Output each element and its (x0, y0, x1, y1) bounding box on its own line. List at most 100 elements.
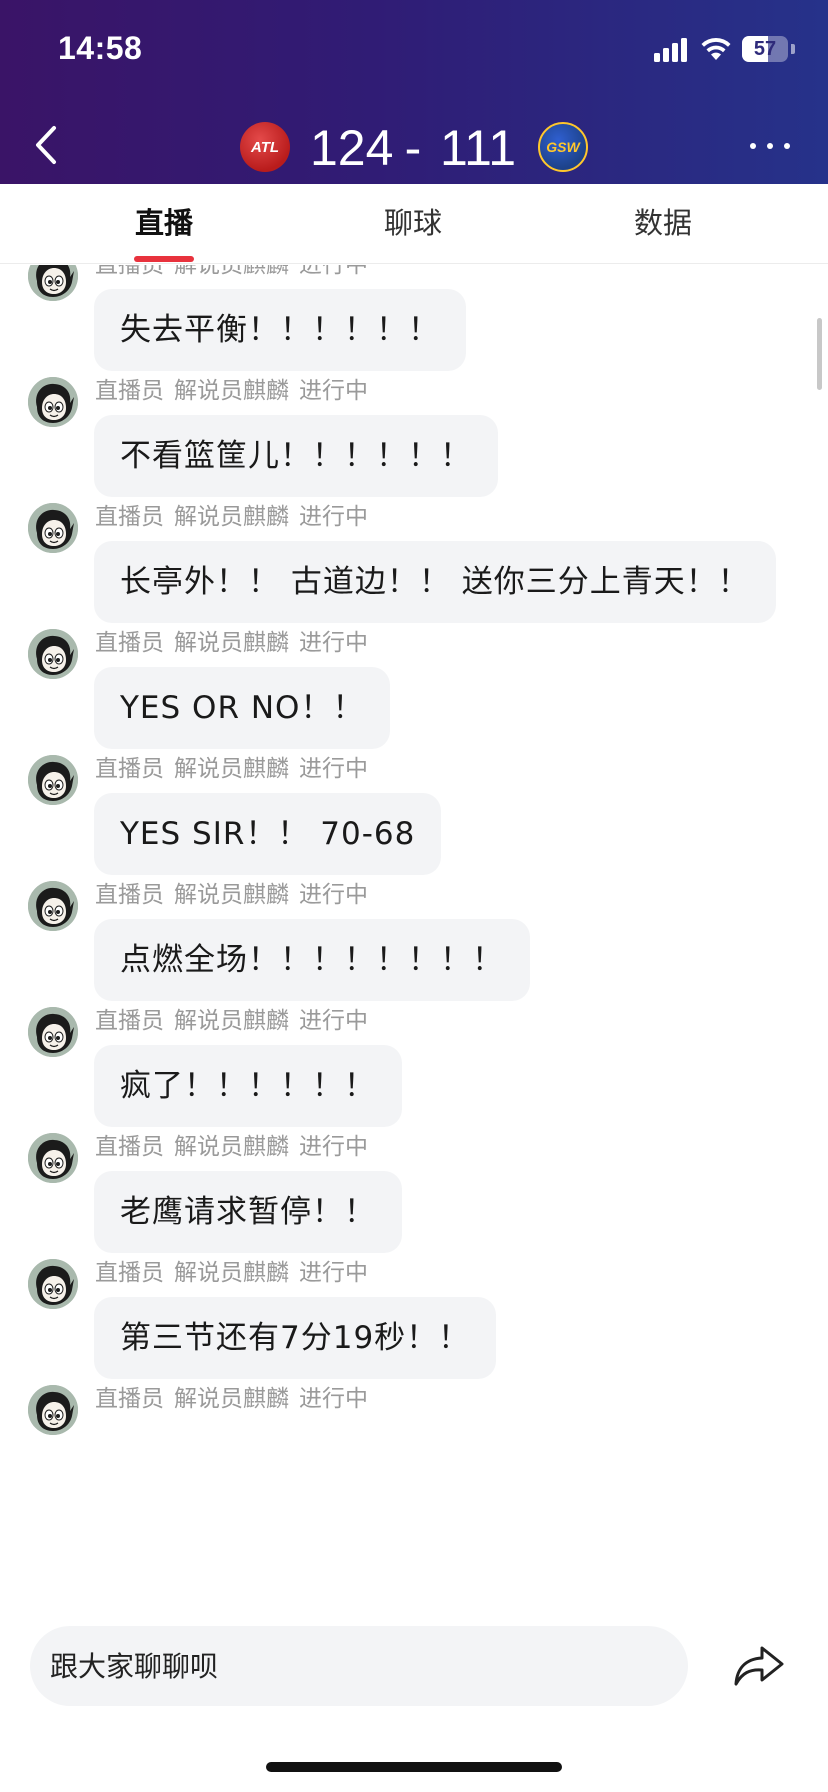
commentary-message: 直播员 解说员麒麟 进行中 老鹰请求暂停！！ (0, 1125, 828, 1269)
message-role: 直播员 (95, 1134, 164, 1160)
home-indicator (266, 1762, 562, 1772)
message-meta: 直播员 解说员麒麟 进行中 (95, 499, 368, 535)
astro-boy-avatar-icon (28, 755, 78, 805)
tab-stats[interactable]: 数据 (593, 184, 733, 264)
commentator-avatar[interactable] (28, 755, 78, 805)
live-commentary-feed[interactable]: 直播员 解说员麒麟 进行中 失去平衡！！！！！！ 直播员 解说员麒麟 进行中 不看篮筐儿… (0, 265, 828, 1605)
message-meta: 直播员 解说员麒麟 进行中 (95, 751, 368, 787)
message-bubble: 失去平衡！！！！！！ (94, 289, 466, 371)
team-abbr-home: ATL (250, 138, 280, 156)
team-abbr-away: GSW (546, 139, 580, 155)
message-meta: 直播员 解说员麒麟 进行中 (95, 1129, 368, 1165)
message-role: 直播员 (95, 882, 164, 908)
commentator-avatar[interactable] (28, 377, 78, 427)
more-dot (784, 143, 790, 149)
tab-chat[interactable]: 聊球 (343, 184, 483, 264)
astro-boy-avatar-icon (28, 377, 78, 427)
message-role: 直播员 (95, 378, 164, 404)
commentator-name: 解说员麒麟 (174, 1008, 289, 1034)
message-bubble: 点燃全场！！！！！！！！ (94, 919, 530, 1001)
team-logo-atl[interactable]: ATL (240, 122, 290, 172)
commentary-message: 直播员 解说员麒麟 进行中 (0, 1377, 828, 1521)
message-bubble: 老鹰请求暂停！！ (94, 1171, 402, 1253)
astro-boy-avatar-icon (28, 503, 78, 553)
status-time: 14:58 (58, 30, 143, 66)
commentary-message: 直播员 解说员麒麟 进行中 YES SIR！！ 70-68 (0, 747, 828, 891)
message-role: 直播员 (95, 504, 164, 530)
commentator-avatar[interactable] (28, 265, 78, 301)
message-bubble: 疯了！！！！！！ (94, 1045, 402, 1127)
astro-boy-avatar-icon (28, 1385, 78, 1435)
commentator-avatar[interactable] (28, 1385, 78, 1435)
message-meta: 直播员 解说员麒麟 进行中 (95, 1255, 368, 1291)
commentator-avatar[interactable] (28, 1259, 78, 1309)
message-meta: 直播员 解说员麒麟 进行中 (95, 625, 368, 661)
commentator-avatar[interactable] (28, 503, 78, 553)
game-header: 14:58 57 ATL 124 - 111 GSW (0, 0, 828, 184)
commentator-name: 解说员麒麟 (174, 1260, 289, 1286)
commentator-name: 解说员麒麟 (174, 265, 289, 278)
game-status: 进行中 (299, 882, 368, 908)
message-meta: 直播员 解说员麒麟 进行中 (95, 1003, 368, 1039)
home-score: 124 (310, 120, 394, 176)
commentator-avatar[interactable] (28, 881, 78, 931)
message-bubble: YES SIR！！ 70-68 (94, 793, 442, 875)
more-dot (767, 143, 773, 149)
message-meta: 直播员 解说员麒麟 进行中 (95, 265, 368, 283)
message-meta: 直播员 解说员麒麟 进行中 (95, 1381, 368, 1417)
active-tab-indicator (134, 256, 194, 262)
commentator-avatar[interactable] (28, 629, 78, 679)
status-bar: 14:58 57 (0, 0, 828, 100)
team-logo-gsw[interactable]: GSW (538, 122, 588, 172)
commentary-message: 直播员 解说员麒麟 进行中 第三节还有7分19秒！！ (0, 1251, 828, 1395)
battery-icon: 57 (742, 36, 788, 62)
astro-boy-avatar-icon (28, 629, 78, 679)
game-status: 进行中 (299, 756, 368, 782)
battery-level: 57 (753, 38, 777, 60)
tab-bar: 直播 聊球 数据 (0, 184, 828, 264)
game-status: 进行中 (299, 1008, 368, 1034)
commentator-name: 解说员麒麟 (174, 630, 289, 656)
score-separator: - (404, 120, 422, 176)
commentary-message: 直播员 解说员麒麟 进行中 不看篮筐儿！！！！！！ (0, 369, 828, 513)
message-meta: 直播员 解说员麒麟 进行中 (95, 373, 368, 409)
game-status: 进行中 (299, 265, 368, 278)
cellular-signal-icon (654, 38, 688, 62)
tab-live[interactable]: 直播 (94, 184, 234, 264)
commentator-avatar[interactable] (28, 1007, 78, 1057)
game-status: 进行中 (299, 1134, 368, 1160)
astro-boy-avatar-icon (28, 1007, 78, 1057)
wifi-icon (701, 37, 731, 60)
message-role: 直播员 (95, 265, 164, 278)
feed-scrollbar[interactable] (817, 318, 822, 390)
commentator-name: 解说员麒麟 (174, 378, 289, 404)
astro-boy-avatar-icon (28, 1133, 78, 1183)
message-role: 直播员 (95, 756, 164, 782)
battery-cap (791, 44, 795, 54)
chat-input[interactable] (30, 1626, 688, 1706)
commentary-message: 直播员 解说员麒麟 进行中 YES OR NO！！ (0, 621, 828, 765)
share-icon[interactable] (732, 1642, 786, 1690)
game-status: 进行中 (299, 504, 368, 530)
message-role: 直播员 (95, 630, 164, 656)
message-role: 直播员 (95, 1008, 164, 1034)
more-dot (750, 143, 756, 149)
message-bubble: 第三节还有7分19秒！！ (94, 1297, 497, 1379)
message-bubble: YES OR NO！！ (94, 667, 391, 749)
scoreboard: ATL 124 - 111 GSW (0, 108, 828, 184)
astro-boy-avatar-icon (28, 265, 78, 301)
commentator-name: 解说员麒麟 (174, 882, 289, 908)
message-bubble: 长亭外！！ 古道边！！ 送你三分上青天！！ (94, 541, 776, 623)
away-score: 111 (440, 120, 517, 176)
game-status: 进行中 (299, 630, 368, 656)
astro-boy-avatar-icon (28, 1259, 78, 1309)
message-role: 直播员 (95, 1386, 164, 1412)
commentary-message: 直播员 解说员麒麟 进行中 疯了！！！！！！ (0, 999, 828, 1143)
astro-boy-avatar-icon (28, 881, 78, 931)
commentator-name: 解说员麒麟 (174, 1134, 289, 1160)
commentator-name: 解说员麒麟 (174, 756, 289, 782)
commentary-message: 直播员 解说员麒麟 进行中 长亭外！！ 古道边！！ 送你三分上青天！！ (0, 495, 828, 639)
commentator-avatar[interactable] (28, 1133, 78, 1183)
commentator-name: 解说员麒麟 (174, 1386, 289, 1412)
more-options-button[interactable] (748, 132, 792, 158)
